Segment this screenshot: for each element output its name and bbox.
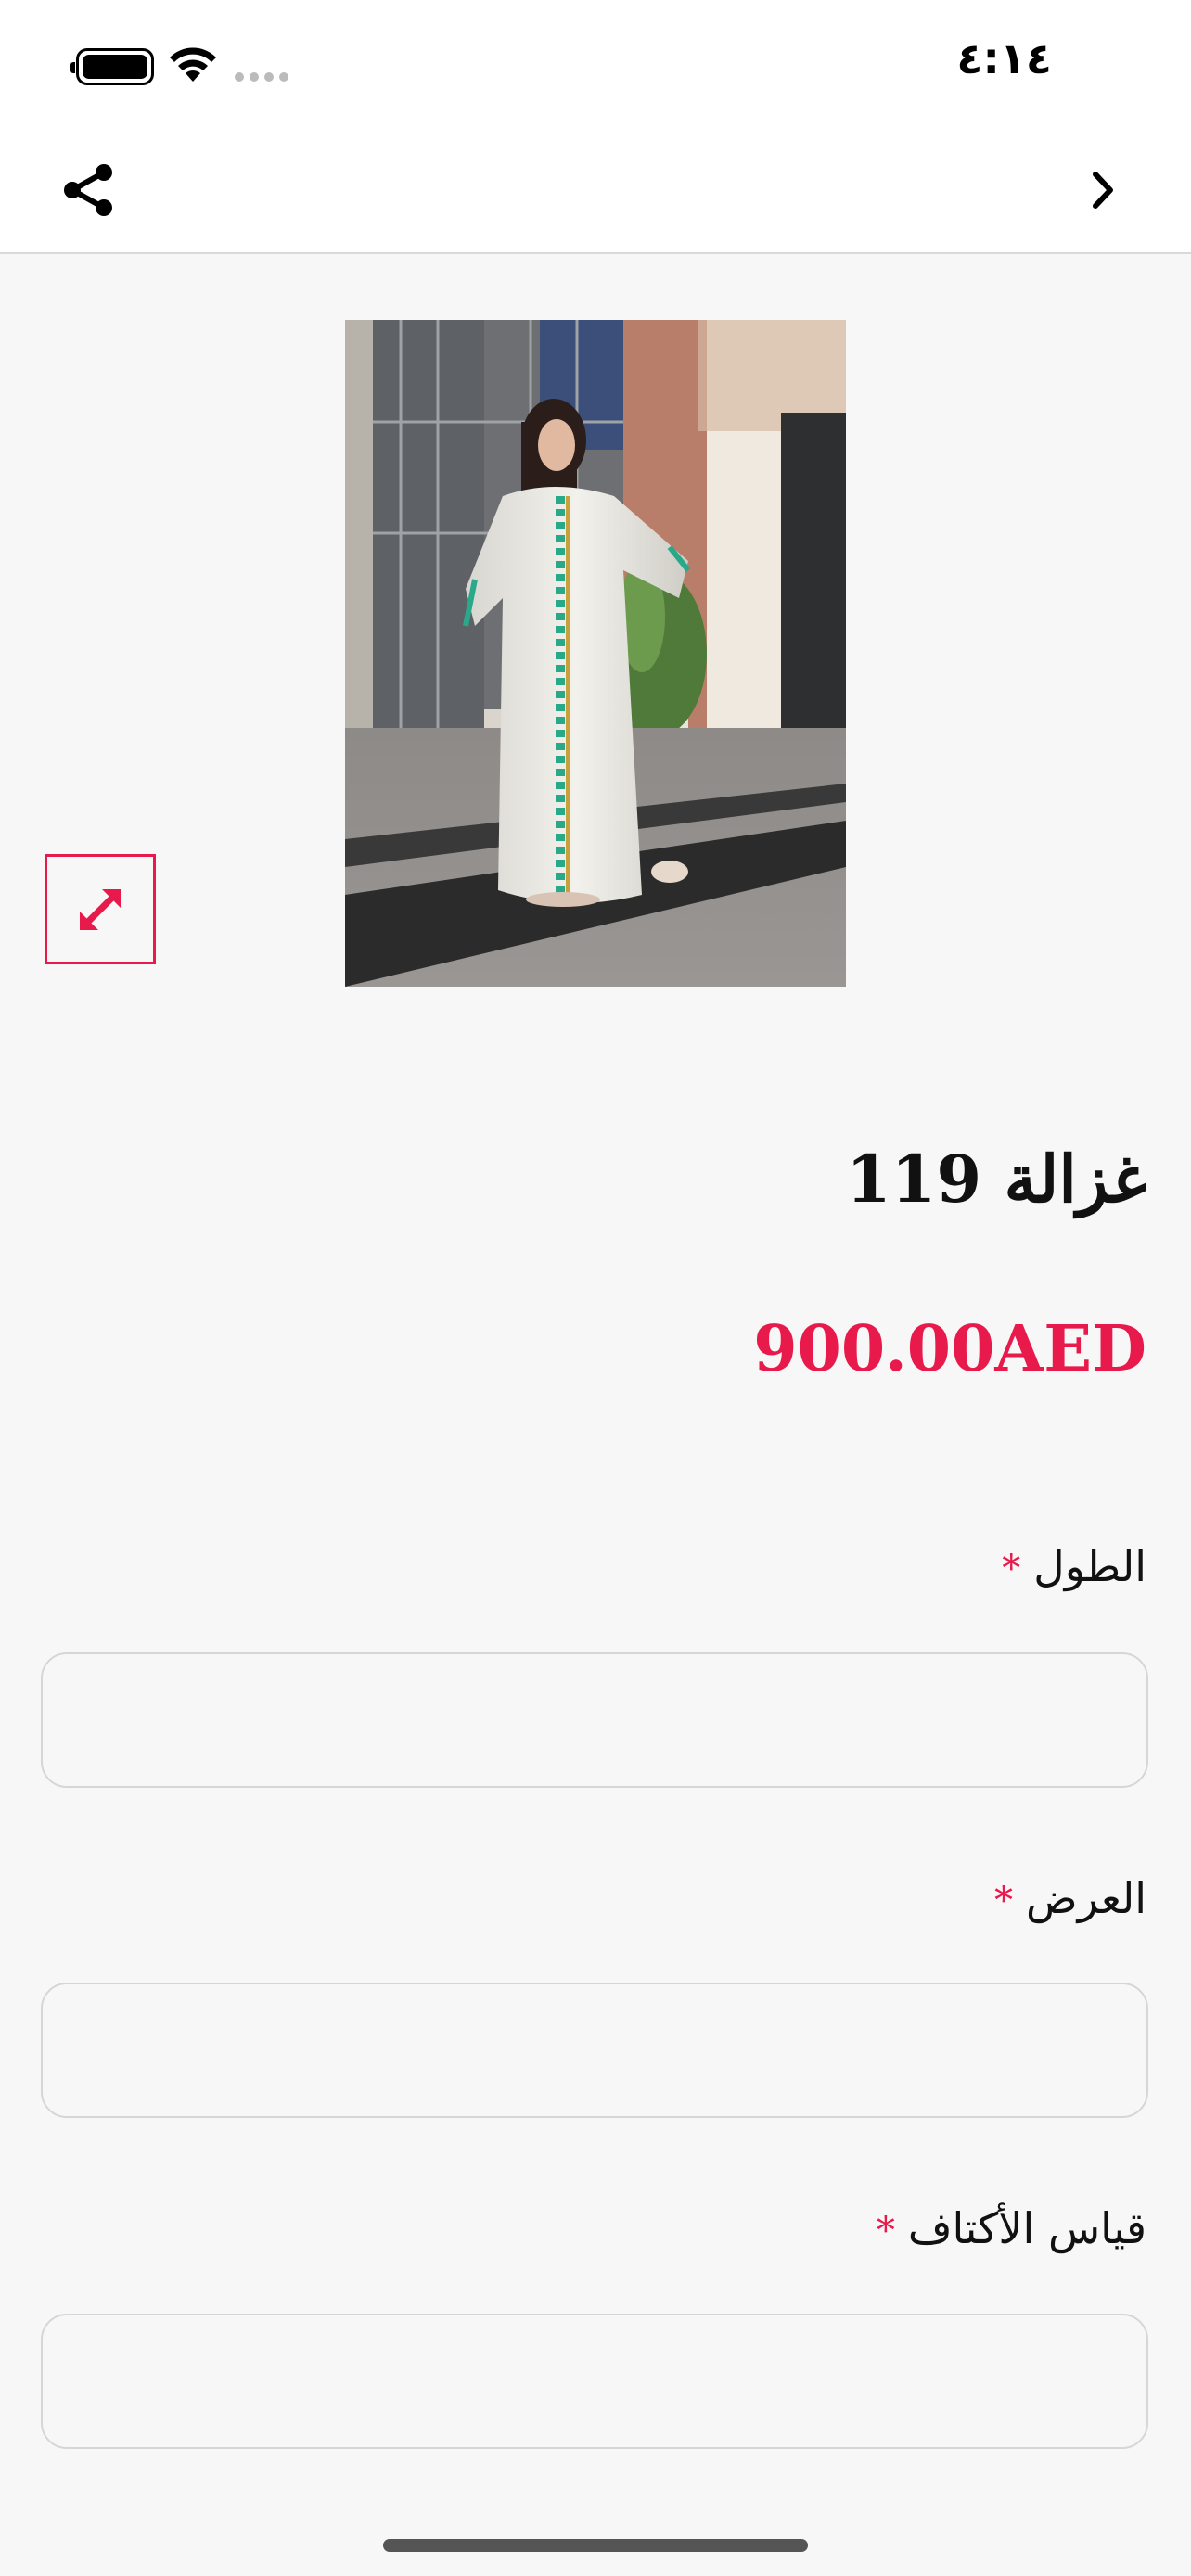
field-label-width: العرض * [219,1873,1146,1923]
share-icon [64,164,112,216]
nav-bar [0,130,1191,254]
status-time: ٤:١٤ [956,33,1052,83]
required-marker: * [1002,1548,1021,1590]
required-marker: * [876,2210,895,2252]
length-input[interactable] [41,1652,1148,1788]
wifi-icon [170,47,216,82]
product-title: غزالة 119 [845,1141,1146,1218]
home-indicator[interactable] [383,2539,808,2552]
field-label-text: قياس الأكتاف [907,2203,1146,2253]
share-button[interactable] [56,158,121,223]
expand-icon [80,888,121,930]
width-input[interactable] [41,1983,1148,2118]
product-photo[interactable] [345,320,846,987]
product-price: 900.00AED [753,1312,1146,1386]
cellular-signal-icon [235,72,288,82]
expand-image-button[interactable] [45,854,156,964]
product-photo-illustration [345,320,846,987]
field-label-length: الطول * [219,1541,1146,1591]
status-bar: ٤:١٤ [0,0,1191,130]
shoulders-input[interactable] [41,2314,1148,2449]
field-label-shoulders: قياس الأكتاف * [219,2203,1146,2253]
battery-icon [70,48,154,85]
required-marker: * [994,1880,1014,1922]
field-label-text: الطول [1033,1541,1146,1591]
back-button[interactable] [1070,158,1135,223]
chevron-right-icon [1093,172,1113,209]
field-label-text: العرض [1026,1873,1146,1923]
